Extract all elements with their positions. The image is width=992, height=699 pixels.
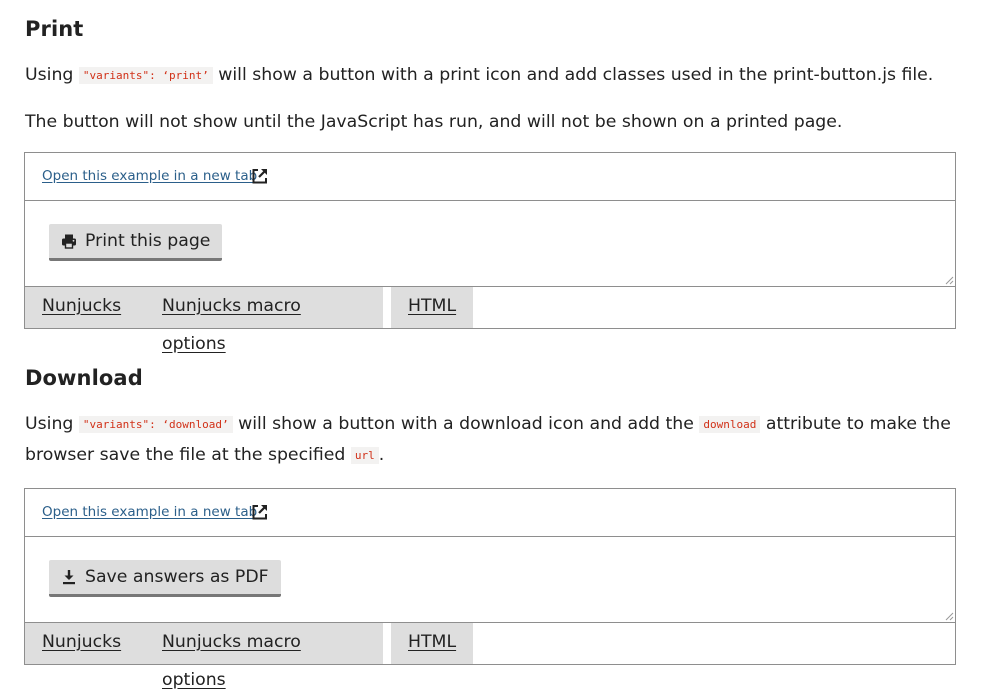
- example-header: Open this example in a new tab: [25, 153, 955, 201]
- printer-icon: [62, 234, 76, 249]
- download-example-panel: Open this example in a new tab Save answ…: [24, 488, 956, 690]
- print-page-button[interactable]: Print this page: [49, 224, 223, 261]
- inline-code: download: [699, 416, 761, 433]
- example-header: Open this example in a new tab: [25, 489, 955, 537]
- inline-code: "variants": ‘download’: [78, 416, 233, 433]
- tab-nunjucks[interactable]: Nunjucks: [25, 623, 145, 664]
- example-preview: Print this page: [25, 201, 955, 287]
- code-tabs: Nunjucks Nunjucks macro options HTML: [25, 287, 955, 354]
- tab-html[interactable]: HTML: [391, 287, 473, 328]
- inline-code: "variants": ‘print’: [78, 67, 213, 84]
- save-answers-pdf-button[interactable]: Save answers as PDF: [49, 560, 281, 597]
- download-description: Using "variants": ‘download’ will show a…: [25, 409, 955, 471]
- open-example-link[interactable]: Open this example in a new tab: [42, 504, 257, 520]
- external-link-icon: [252, 169, 267, 184]
- print-heading: Print: [25, 17, 84, 41]
- tab-nunjucks-macro-options[interactable]: Nunjucks macro options: [145, 623, 383, 690]
- resize-handle-icon[interactable]: [945, 612, 954, 621]
- tab-nunjucks-macro-options[interactable]: Nunjucks macro options: [145, 287, 383, 354]
- open-example-link[interactable]: Open this example in a new tab: [42, 168, 257, 184]
- text-segment: attribute to make the: [765, 414, 951, 434]
- print-example-panel: Open this example in a new tab Print thi…: [24, 152, 956, 354]
- text-segment: Using: [25, 414, 74, 434]
- text-segment: .: [378, 445, 385, 465]
- download-heading: Download: [25, 366, 143, 390]
- code-tabs: Nunjucks Nunjucks macro options HTML: [25, 623, 955, 690]
- external-link-icon: [252, 505, 267, 520]
- text-segment: browser save the file at the specified: [25, 445, 346, 465]
- inline-code: url: [350, 447, 379, 464]
- tab-html[interactable]: HTML: [391, 623, 473, 664]
- button-label: Save answers as PDF: [85, 567, 269, 587]
- download-icon: [63, 570, 75, 585]
- page: Print Using "variants": ‘print’ will sho…: [0, 0, 992, 690]
- print-description: Using "variants": ‘print’ will show a bu…: [25, 60, 955, 91]
- text-segment: will show a button with a print icon and…: [218, 65, 934, 85]
- example-preview: Save answers as PDF: [25, 537, 955, 623]
- button-label: Print this page: [85, 231, 211, 251]
- text-segment: will show a button with a download icon …: [238, 414, 694, 434]
- print-note: The button will not show until the JavaS…: [25, 112, 843, 132]
- resize-handle-icon[interactable]: [945, 276, 954, 285]
- text-segment: Using: [25, 65, 74, 85]
- tab-nunjucks[interactable]: Nunjucks: [25, 287, 145, 328]
